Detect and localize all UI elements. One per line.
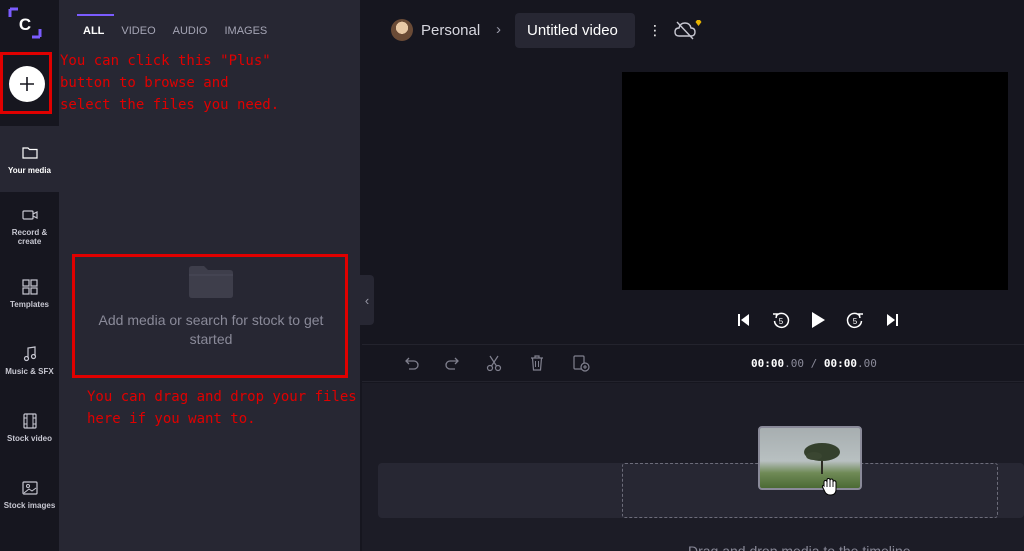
tree-image <box>804 443 840 474</box>
tab-images[interactable]: IMAGES <box>224 14 267 37</box>
image-icon <box>21 480 38 495</box>
total-time: 00:00 <box>823 357 857 370</box>
music-icon <box>23 345 36 361</box>
rail-item-stock-images[interactable]: Stock images <box>0 461 59 527</box>
skip-start-icon <box>738 314 749 326</box>
rail-item-music-sfx[interactable]: Music & SFX <box>0 327 59 393</box>
rail-item-stock-video[interactable]: Stock video <box>0 394 59 460</box>
play-icon <box>812 312 825 328</box>
rail-item-label: Your media <box>8 165 51 175</box>
rail-item-label: Stock images <box>3 500 56 510</box>
rail-item-templates[interactable]: Templates <box>0 260 59 326</box>
rewind-5-icon: 5 <box>773 312 790 329</box>
rail-item-your-media[interactable]: Your media <box>0 126 59 192</box>
plus-annotation: You can click this "Plus" button to brow… <box>60 53 280 113</box>
svg-text:5: 5 <box>853 317 858 326</box>
folder-icon <box>21 146 38 159</box>
media-drop-area[interactable]: Add media or search for stock to get sta… <box>72 254 348 378</box>
timeline-area: Drag and drop media to the timeline <box>362 383 1024 551</box>
chevron-right-icon: › <box>496 21 501 38</box>
tab-video[interactable]: VIDEO <box>121 14 155 37</box>
rail-item-record-create[interactable]: Record & create <box>0 193 59 259</box>
rail-item-label: Music & SFX <box>5 366 54 376</box>
forward-5-icon: 5 <box>846 312 863 329</box>
film-icon <box>22 412 37 429</box>
rail-item-label: Record & create <box>11 228 48 246</box>
skip-end-button[interactable] <box>880 308 904 332</box>
skip-start-button[interactable] <box>732 308 756 332</box>
plus-highlight <box>0 52 52 114</box>
undo-icon[interactable] <box>402 354 420 372</box>
add-media-button[interactable] <box>9 66 45 102</box>
plus-icon <box>20 77 34 91</box>
skip-end-icon <box>887 314 898 326</box>
chevron-left-icon: ‹ <box>364 292 370 308</box>
left-rail: C Your media Record & create Templates M… <box>0 0 59 551</box>
total-time-frac: .00 <box>857 357 877 370</box>
time-separator: / <box>810 357 818 370</box>
project-title-field[interactable]: Untitled video <box>515 13 635 48</box>
templates-icon <box>21 278 38 295</box>
rewind-5s-button[interactable]: 5 <box>769 308 793 332</box>
current-time: 00:00 <box>751 357 785 370</box>
premium-gem-icon <box>695 20 702 26</box>
duplicate-icon[interactable] <box>572 354 590 372</box>
video-preview[interactable] <box>622 72 1008 290</box>
rail-item-label: Templates <box>10 299 49 309</box>
rail-item-label: Stock video <box>7 433 52 443</box>
forward-5s-button[interactable]: 5 <box>843 308 867 332</box>
collapse-panel-button[interactable]: ‹ <box>360 275 374 325</box>
workspace-name[interactable]: Personal <box>421 22 480 39</box>
current-time-frac: .00 <box>784 357 804 370</box>
playback-controls: 5 5 <box>732 308 917 332</box>
redo-icon[interactable] <box>444 354 462 372</box>
timeline-hint-text: Drag and drop media to the timeline <box>688 543 911 551</box>
drag-annotation: You can drag and drop your files here if… <box>87 389 357 427</box>
timeline-toolbar: 00:00.00 / 00:00.00 <box>362 344 1024 382</box>
svg-text:5: 5 <box>779 317 784 326</box>
grab-cursor-icon <box>821 477 837 496</box>
avatar[interactable] <box>391 19 413 41</box>
folder-icon <box>189 266 233 298</box>
tab-audio[interactable]: AUDIO <box>173 14 208 37</box>
top-bar: Personal › Untitled video ⋮ <box>374 0 1024 62</box>
project-title: Untitled video <box>527 22 618 39</box>
clipchamp-logo: C <box>8 7 42 39</box>
cloud-off-icon[interactable] <box>673 18 703 42</box>
trash-icon[interactable] <box>528 354 546 372</box>
empty-media-text: Add media or search for stock to get sta… <box>98 312 324 347</box>
dragged-media-thumbnail[interactable] <box>758 426 862 490</box>
app-window: C Your media Record & create Templates M… <box>0 0 1024 551</box>
play-button[interactable] <box>806 308 830 332</box>
logo-letter: C <box>19 15 31 34</box>
timecode-display: 00:00.00 / 00:00.00 <box>751 357 877 370</box>
tab-all[interactable]: ALL <box>76 14 115 37</box>
media-tabs: ALL VIDEO AUDIO IMAGES <box>76 14 284 37</box>
camera-icon <box>21 210 38 220</box>
more-options-icon[interactable]: ⋮ <box>648 22 662 39</box>
scissors-icon[interactable] <box>485 354 503 372</box>
